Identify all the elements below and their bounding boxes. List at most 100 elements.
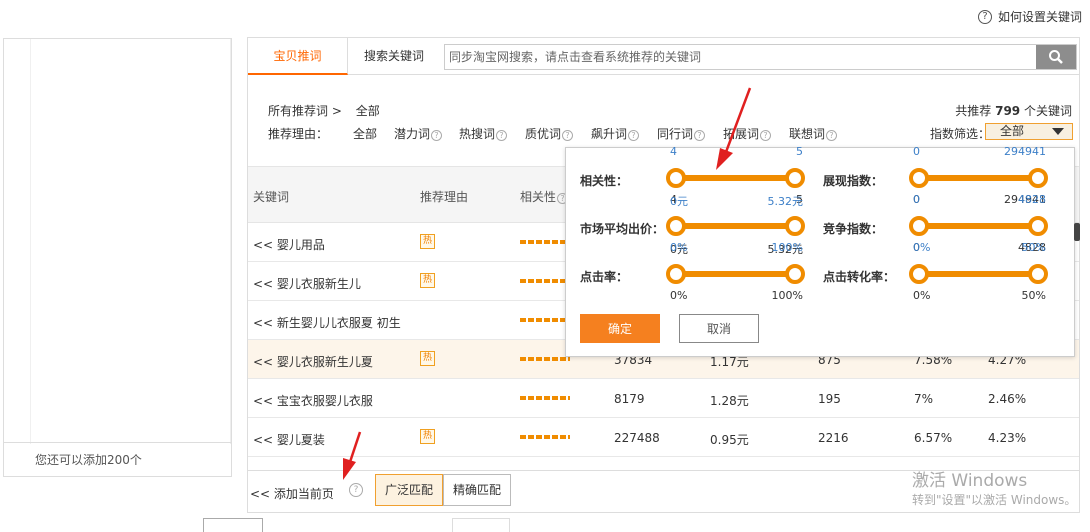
reason-extend[interactable]: 拓展词? (723, 125, 772, 142)
search-input[interactable] (445, 45, 1035, 69)
reason-potential[interactable]: 潜力词? (394, 125, 443, 142)
index-filter-popup: 相关性： 4 5 4 5 展现指数： 0 294941 0 294941 市场平均出价： 0元 5.32… (565, 145, 1075, 357)
bottom-strip (0, 514, 1090, 532)
total-count: 共推荐 799 个关键词 (955, 102, 1072, 119)
help-link[interactable]: ? 如何设置关键词 (977, 8, 1082, 25)
confirm-button[interactable]: 确定 (580, 314, 660, 343)
slider-min-handle[interactable] (666, 216, 686, 236)
slider-track[interactable] (913, 175, 1044, 181)
slider-max-handle[interactable] (1028, 168, 1048, 188)
total-suffix: 个关键词 (1023, 104, 1072, 118)
slider-track[interactable] (670, 175, 801, 181)
header-keyword: 关键词 (253, 190, 290, 204)
reason-associate[interactable]: 联想词? (789, 125, 838, 142)
reason-hot-search-label: 热搜词 (459, 127, 496, 141)
cancel-button[interactable]: 取消 (679, 314, 759, 343)
value-cell: 195 (818, 392, 841, 406)
hot-badge: 热 (420, 351, 435, 366)
reason-quality[interactable]: 质优词? (525, 125, 574, 142)
slider-min-limit: 0% (913, 289, 931, 302)
slider-max-handle[interactable] (1028, 264, 1048, 284)
range-slider[interactable]: 0元 5.32元 0元 5.32元 (666, 195, 805, 256)
slider-track[interactable] (670, 223, 801, 229)
slider-min-handle[interactable] (666, 168, 686, 188)
slider-max-handle[interactable] (1028, 216, 1048, 236)
slider-track[interactable] (670, 271, 801, 277)
exact-match-button[interactable]: 精确匹配 (443, 474, 512, 506)
hot-badge: 热 (420, 273, 435, 288)
reason-peer-label: 同行词 (657, 127, 694, 141)
relevance-bar (520, 318, 570, 322)
reason-rising[interactable]: 飙升词? (591, 125, 640, 142)
index-filter-value: 全部 (1000, 124, 1025, 138)
slider-min-value: 0% (913, 241, 931, 254)
relevance-bar (520, 279, 570, 283)
help-link-label: 如何设置关键词 (997, 10, 1082, 24)
slider-label: 点击率： (580, 270, 629, 284)
keyword-cell[interactable]: << 婴儿衣服新生儿 (253, 275, 361, 292)
question-icon[interactable]: ? (760, 130, 772, 141)
slider-max-value: 4828 (1018, 193, 1046, 206)
header-relevance[interactable]: 相关性? (520, 188, 569, 205)
slider-min-value: 0% (670, 241, 688, 254)
question-icon[interactable]: ? (562, 130, 574, 141)
slider-max-limit: 100% (771, 289, 803, 302)
activation-watermark-hint: 转到"设置"以激活 Windows。 (912, 493, 1077, 507)
range-slider[interactable]: 0% 100% 0% 100% (666, 241, 805, 302)
value-cell: 6.57% (914, 431, 953, 445)
slider-max-value: 5 (796, 145, 803, 158)
range-slider[interactable]: 0 4828 0 4828 (909, 193, 1048, 254)
keyword-cell[interactable]: << 婴儿衣服新生儿夏 (253, 353, 373, 370)
table-row[interactable]: << 婴儿夏装 热 227488 0.95元 2216 6.57% 4.23% (248, 418, 1079, 457)
broad-match-button[interactable]: 广泛匹配 (375, 474, 444, 506)
range-slider[interactable]: 0% 50% 0% 50% (909, 241, 1048, 302)
value-cell: 8179 (614, 392, 645, 406)
total-number: 799 (995, 104, 1021, 118)
question-icon[interactable]: ? (496, 130, 508, 141)
search-box (444, 44, 1077, 70)
add-current-page-button[interactable]: << 添加当前页 (250, 485, 334, 502)
tab-search-keywords[interactable]: 搜索关键词 (364, 38, 424, 75)
slider-max-handle[interactable] (785, 264, 805, 284)
value-cell: 227488 (614, 431, 660, 445)
slider-min-handle[interactable] (909, 168, 929, 188)
slider-min-handle[interactable] (909, 216, 929, 236)
question-icon[interactable]: ? (628, 130, 640, 141)
bottom-control[interactable] (452, 518, 510, 532)
range-slider[interactable]: 0 294941 0 294941 (909, 145, 1048, 206)
selected-keywords-list[interactable] (30, 39, 231, 444)
keyword-cell[interactable]: << 新生婴儿儿衣服夏 初生 (253, 314, 401, 331)
reason-peer[interactable]: 同行词? (657, 125, 706, 142)
hot-badge: 热 (420, 429, 435, 444)
relevance-bar (520, 357, 570, 361)
question-icon[interactable]: ? (431, 130, 443, 141)
range-slider[interactable]: 4545 (666, 145, 805, 206)
slider-max-handle[interactable] (785, 168, 805, 188)
slider-min-handle[interactable] (666, 264, 686, 284)
slider-max-handle[interactable] (785, 216, 805, 236)
keyword-cell[interactable]: << 婴儿夏装 (253, 431, 325, 448)
value-cell: 2.46% (988, 392, 1027, 406)
reason-associate-label: 联想词 (789, 127, 826, 141)
table-row[interactable]: << 宝宝衣服婴儿衣服 8179 1.28元 195 7% 2.46% (248, 379, 1079, 418)
reason-all[interactable]: 全部 (353, 125, 377, 142)
keyword-cell[interactable]: << 婴儿用品 (253, 236, 325, 253)
relevance-bar (520, 435, 570, 439)
breadcrumb-root[interactable]: 所有推荐词 > (268, 104, 342, 118)
scrollbar-thumb[interactable] (1074, 223, 1080, 241)
tab-item-recommend[interactable]: 宝贝推词 (248, 38, 348, 75)
slider-track[interactable] (913, 223, 1044, 229)
slider-min-value: 0元 (670, 195, 688, 208)
search-button[interactable] (1036, 45, 1076, 69)
slider-min-handle[interactable] (909, 264, 929, 284)
bottom-control[interactable] (203, 518, 263, 532)
index-filter-select[interactable]: 全部 (985, 123, 1073, 140)
activation-watermark-title: 激活 Windows (912, 471, 1028, 491)
slider-track[interactable] (913, 271, 1044, 277)
question-icon[interactable]: ? (694, 130, 706, 141)
slider-label: 市场平均出价： (580, 222, 665, 236)
keyword-cell[interactable]: << 宝宝衣服婴儿衣服 (253, 392, 373, 409)
reason-hot-search[interactable]: 热搜词? (459, 125, 508, 142)
question-icon[interactable]: ? (826, 130, 838, 141)
question-icon[interactable]: ? (349, 483, 363, 497)
